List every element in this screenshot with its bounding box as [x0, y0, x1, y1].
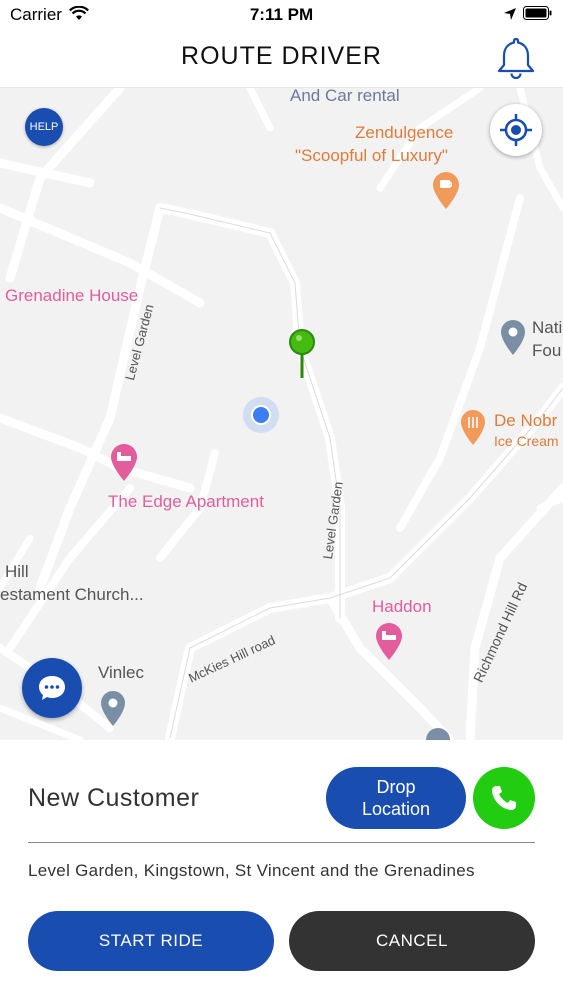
- start-ride-button[interactable]: START RIDE: [28, 911, 274, 971]
- customer-name: New Customer: [28, 784, 200, 812]
- pickup-address: Level Garden, Kingstown, St Vincent and …: [28, 861, 475, 880]
- map-label-zendulgence: Zendulgence: [355, 123, 454, 142]
- drop-location-button[interactable]: Drop Location: [326, 767, 466, 829]
- battery-icon: [523, 6, 552, 20]
- map-label-haddon: Haddon: [372, 597, 432, 616]
- place-pin-icon-3: [426, 728, 450, 740]
- clock: 7:11 PM: [249, 5, 314, 24]
- map-label-nati: Nati: [532, 318, 563, 337]
- map-label-scoopful: "Scoopful of Luxury": [295, 146, 448, 165]
- page-title: ROUTE DRIVER: [181, 42, 382, 70]
- chat-button[interactable]: [22, 658, 82, 718]
- recenter-button[interactable]: [490, 104, 542, 156]
- hotel-pin-icon: [111, 444, 137, 481]
- phone-icon: [492, 786, 516, 810]
- user-location-icon: [243, 397, 279, 433]
- divider: [28, 842, 535, 843]
- map-label-hill: Hill: [5, 562, 29, 581]
- call-button[interactable]: [473, 767, 535, 829]
- bell-icon: [497, 37, 535, 80]
- map-label-fou: Fou: [532, 341, 562, 360]
- drop-location-label: Drop Location: [361, 777, 431, 819]
- destination-pin-icon[interactable]: [287, 328, 317, 380]
- map-view[interactable]: And Car rental Zendulgence "Scoopful of …: [0, 88, 563, 740]
- map-label-ice-cream: Ice Cream: [494, 433, 559, 449]
- help-label: HELP: [29, 121, 59, 133]
- notifications-button[interactable]: [493, 35, 539, 81]
- cafe-pin-icon: [433, 172, 459, 209]
- chat-bubble-icon: [39, 676, 65, 700]
- cancel-label: CANCEL: [376, 931, 448, 950]
- map-label-de-nobr: De Nobr: [494, 411, 558, 430]
- ice-cream-pin-icon: [461, 410, 485, 445]
- header: ROUTE DRIVER: [0, 30, 563, 88]
- ride-panel: New Customer Drop Location Level Garden,…: [0, 740, 563, 1000]
- map-label-church: estament Church...: [0, 585, 144, 604]
- map-label-vinlec: Vinlec: [98, 663, 144, 682]
- hotel-pin-icon-2: [376, 623, 402, 660]
- help-button[interactable]: HELP: [25, 108, 63, 146]
- map-label-car-rental: And Car rental: [290, 88, 400, 105]
- cancel-button[interactable]: CANCEL: [289, 911, 535, 971]
- crosshair-icon: [500, 114, 532, 146]
- place-pin-icon-2: [101, 691, 125, 726]
- place-pin-icon: [501, 320, 525, 355]
- map-label-edge-apartment: The Edge Apartment: [108, 492, 264, 511]
- start-ride-label: START RIDE: [98, 931, 204, 950]
- location-arrow-icon: [504, 8, 516, 20]
- status-bar: Carrier 7:11 PM: [0, 0, 563, 30]
- map-label-grenadine-house: Grenadine House: [5, 286, 139, 305]
